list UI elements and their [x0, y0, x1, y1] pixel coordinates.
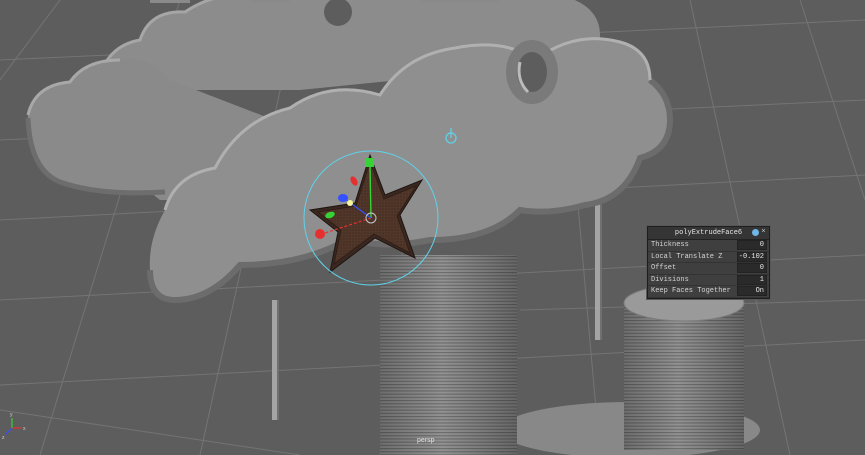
hud-row-label: Keep Faces Together [651, 287, 731, 296]
close-icon[interactable]: × [760, 229, 767, 236]
keep-faces-together-field[interactable]: On [737, 286, 767, 297]
right-pillar [623, 284, 745, 450]
camera-name-label: persp [417, 437, 435, 444]
hud-row-label: Thickness [651, 241, 689, 250]
perspective-viewport[interactable]: x y z polyExtrudeFace6 × Thickness 0 Loc… [0, 0, 865, 455]
hud-row-thickness[interactable]: Thickness 0 [648, 240, 769, 252]
manipulator-x-handle[interactable] [315, 229, 325, 239]
local-translate-z-field[interactable]: -0.102 [737, 251, 767, 262]
manipulator-y-axis[interactable] [369, 164, 372, 219]
divisions-field[interactable]: 1 [737, 274, 767, 285]
hud-row-label: Local Translate Z [651, 252, 723, 261]
hud-row-offset[interactable]: Offset 0 [648, 263, 769, 275]
manipulator-z-handle[interactable] [338, 194, 348, 202]
hud-title: polyExtrudeFace6 [674, 229, 743, 237]
info-icon[interactable] [752, 229, 759, 236]
manipulator-y-handle[interactable] [365, 158, 374, 167]
hud-row-local-translate-z[interactable]: Local Translate Z -0.102 [648, 251, 769, 263]
hud-title-bar[interactable]: polyExtrudeFace6 × [648, 227, 769, 240]
toolbar-fragment [250, 0, 290, 3]
hud-row-divisions[interactable]: Divisions 1 [648, 274, 769, 286]
thickness-field[interactable]: 0 [737, 240, 767, 251]
channel-box-hud[interactable]: polyExtrudeFace6 × Thickness 0 Local Tra… [647, 226, 770, 299]
hud-row-keep-faces-together[interactable]: Keep Faces Together On [648, 286, 769, 298]
toolbar-fragment [150, 0, 190, 3]
hud-row-label: Offset [651, 264, 677, 273]
hud-row-label: Divisions [651, 275, 689, 284]
offset-field[interactable]: 0 [737, 263, 767, 274]
center-pillar [380, 255, 517, 455]
toolbar-fragment [420, 0, 500, 3]
